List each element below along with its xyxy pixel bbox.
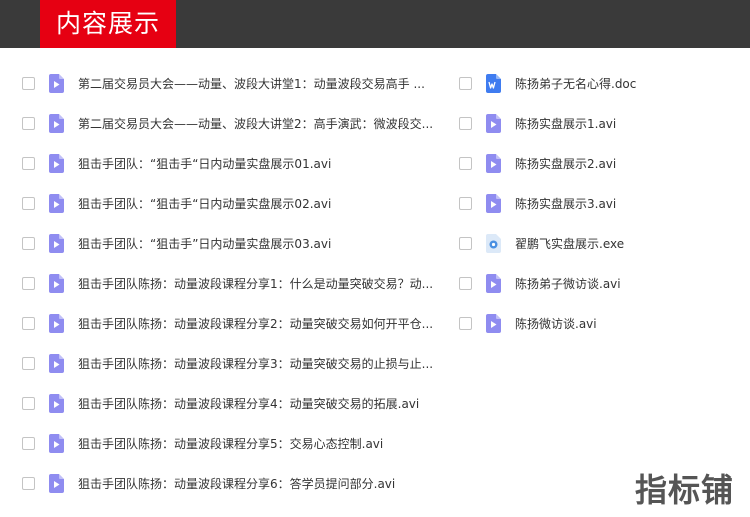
file-checkbox[interactable] [22,196,35,210]
file-checkbox[interactable] [459,76,472,90]
video-file-icon [49,193,64,213]
video-file-icon [49,313,64,333]
file-checkbox[interactable] [22,276,35,290]
file-name[interactable]: 狙击手团队：“狙击手”日内动量实盘展示03.avi [78,235,331,252]
video-file-icon [486,273,501,293]
file-name[interactable]: 第二届交易员大会——动量、波段大讲堂2：高手演武：微波段交... [78,115,433,132]
video-file-icon [486,153,501,173]
file-checkbox[interactable] [459,276,472,290]
video-file-icon [486,113,501,133]
file-row[interactable]: 狙击手团队陈扬：动量波段课程分享2：动量突破交易如何开平仓... [18,303,438,343]
word-file-icon [486,73,501,93]
file-checkbox[interactable] [22,76,35,90]
file-row[interactable]: 第二届交易员大会——动量、波段大讲堂2：高手演武：微波段交... [18,103,438,143]
file-row[interactable]: 陈扬弟子无名心得.doc [455,63,745,103]
file-row[interactable]: 狙击手团队陈扬：动量波段课程分享1：什么是动量突破交易？动... [18,263,438,303]
file-name[interactable]: 狙击手团队：“狙击手“日内动量实盘展示01.avi [78,155,331,172]
file-row[interactable]: 狙击手团队陈扬：动量波段课程分享4：动量突破交易的拓展.avi [18,383,438,423]
video-file-icon [49,113,64,133]
file-row[interactable]: 狙击手团队陈扬：动量波段课程分享6：答学员提问部分.avi [18,463,438,503]
file-checkbox[interactable] [22,396,35,410]
video-file-icon [49,73,64,93]
file-row[interactable]: 陈扬弟子微访谈.avi [455,263,745,303]
video-file-icon [49,153,64,173]
file-checkbox[interactable] [459,156,472,170]
file-row[interactable]: 陈扬微访谈.avi [455,303,745,343]
file-name[interactable]: 狙击手团队陈扬：动量波段课程分享1：什么是动量突破交易？动... [78,275,433,292]
page-title: 内容展示 [40,0,176,48]
file-checkbox[interactable] [22,476,35,490]
file-row[interactable]: 狙击手团队陈扬：动量波段课程分享3：动量突破交易的止损与止... [18,343,438,383]
file-checkbox[interactable] [459,236,472,250]
video-file-icon [49,393,64,413]
file-name[interactable]: 翟鹏飞实盘展示.exe [515,235,624,252]
video-file-icon [486,193,501,213]
file-checkbox[interactable] [459,116,472,130]
file-name[interactable]: 陈扬实盘展示1.avi [515,115,616,132]
watermark-logo: 指标铺 [634,471,734,509]
file-checkbox[interactable] [22,316,35,330]
file-row[interactable]: 陈扬实盘展示2.avi [455,143,745,183]
file-name[interactable]: 狙击手团队陈扬：动量波段课程分享6：答学员提问部分.avi [78,475,395,492]
file-name[interactable]: 狙击手团队陈扬：动量波段课程分享2：动量突破交易如何开平仓... [78,315,433,332]
file-name[interactable]: 陈扬实盘展示2.avi [515,155,616,172]
file-name[interactable]: 狙击手团队陈扬：动量波段课程分享5：交易心态控制.avi [78,435,383,452]
video-file-icon [49,473,64,493]
header-bar: 内容展示 [0,0,750,48]
exe-file-icon [486,233,501,253]
file-checkbox[interactable] [459,196,472,210]
video-file-icon [49,353,64,373]
file-checkbox[interactable] [22,356,35,370]
video-file-icon [486,313,501,333]
file-row[interactable]: 翟鹏飞实盘展示.exe [455,223,745,263]
file-name[interactable]: 陈扬微访谈.avi [515,315,597,332]
file-name[interactable]: 第二届交易员大会——动量、波段大讲堂1：动量波段交易高手 ... [78,75,425,92]
file-checkbox[interactable] [22,236,35,250]
file-row[interactable]: 狙击手团队：“狙击手“日内动量实盘展示01.avi [18,143,438,183]
file-name[interactable]: 狙击手团队陈扬：动量波段课程分享3：动量突破交易的止损与止... [78,355,433,372]
file-row[interactable]: 狙击手团队：“狙击手“日内动量实盘展示02.avi [18,183,438,223]
file-row[interactable]: 狙击手团队：“狙击手”日内动量实盘展示03.avi [18,223,438,263]
file-row[interactable]: 狙击手团队陈扬：动量波段课程分享5：交易心态控制.avi [18,423,438,463]
file-checkbox[interactable] [22,116,35,130]
file-name[interactable]: 陈扬实盘展示3.avi [515,195,616,212]
file-list-left: 第二届交易员大会——动量、波段大讲堂1：动量波段交易高手 ... 第二届交易员大会… [18,63,438,503]
video-file-icon [49,233,64,253]
file-name[interactable]: 陈扬弟子无名心得.doc [515,75,636,92]
file-name[interactable]: 陈扬弟子微访谈.avi [515,275,621,292]
video-file-icon [49,433,64,453]
file-list-right: 陈扬弟子无名心得.doc 陈扬实盘展示1.avi 陈扬实盘展示2.avi 陈扬实盘展示… [455,63,745,343]
file-row[interactable]: 陈扬实盘展示3.avi [455,183,745,223]
video-file-icon [49,273,64,293]
file-row[interactable]: 第二届交易员大会——动量、波段大讲堂1：动量波段交易高手 ... [18,63,438,103]
file-name[interactable]: 狙击手团队陈扬：动量波段课程分享4：动量突破交易的拓展.avi [78,395,419,412]
file-checkbox[interactable] [459,316,472,330]
file-name[interactable]: 狙击手团队：“狙击手“日内动量实盘展示02.avi [78,195,331,212]
file-checkbox[interactable] [22,436,35,450]
file-row[interactable]: 陈扬实盘展示1.avi [455,103,745,143]
file-checkbox[interactable] [22,156,35,170]
